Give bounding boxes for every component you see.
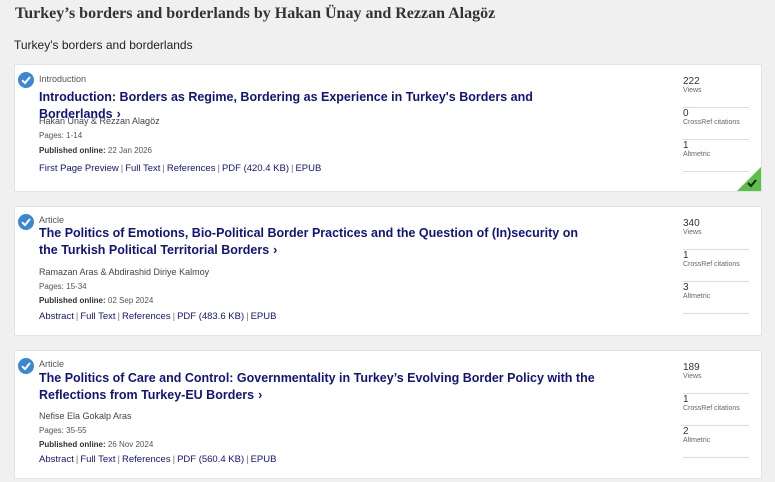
article-metrics: 222 Views 0 CrossRef citations 1 Altmetric [683,76,749,172]
metric-crossref: 0 CrossRef citations [683,108,749,140]
link-full-text[interactable]: Full Text [80,454,115,465]
article-pages: Pages: 15-34 [39,282,87,291]
metric-altmetric: 3 Altmetric [683,282,749,314]
published-online: Published online: 02 Sep 2024 [39,296,154,305]
link-pdf[interactable]: PDF (483.6 KB) [177,311,244,322]
link-first-page-preview[interactable]: First Page Preview [39,163,119,174]
selected-check-icon[interactable] [18,358,34,374]
metric-views: 189 Views [683,362,749,394]
page-title: Turkey’s borders and borderlands by Haka… [15,5,496,22]
access-check-icon [737,167,761,191]
link-pdf[interactable]: PDF (560.4 KB) [177,454,244,465]
metric-crossref: 1 CrossRef citations [683,250,749,282]
article-card: Article The Politics of Care and Control… [14,350,762,479]
published-online: Published online: 22 Jan 2026 [39,146,152,155]
metric-crossref: 1 CrossRef citations [683,394,749,426]
chevron-right-icon: › [273,243,278,257]
link-full-text[interactable]: Full Text [125,163,160,174]
link-pdf[interactable]: PDF (420.4 KB) [222,163,289,174]
link-full-text[interactable]: Full Text [80,311,115,322]
article-type: Introduction [39,74,87,84]
link-references[interactable]: References [122,311,171,322]
article-card: Introduction Introduction: Borders as Re… [14,64,762,192]
selected-check-icon[interactable] [18,72,34,88]
link-epub[interactable]: EPUB [295,163,321,174]
selected-check-icon[interactable] [18,214,34,230]
article-title-link[interactable]: The Politics of Emotions, Bio-Political … [39,225,599,259]
metric-views: 222 Views [683,76,749,108]
section-title: Turkey's borders and borderlands [14,38,193,52]
article-card: Article The Politics of Emotions, Bio-Po… [14,206,762,336]
metric-altmetric: 2 Altmetric [683,426,749,458]
link-abstract[interactable]: Abstract [39,454,74,465]
article-authors[interactable]: Hakan Ünay & Rezzan Alagöz [39,116,160,126]
article-title: The Politics of Care and Control: Govern… [39,371,595,402]
article-links: First Page Preview | Full Text | References |… [39,163,322,174]
article-authors[interactable]: Ramazan Aras & Abdirashid Diriye Kalmoy [39,267,209,277]
metric-views: 340 Views [683,218,749,250]
article-metrics: 189 Views 1 CrossRef citations 2 Altmetric [683,362,749,458]
link-epub[interactable]: EPUB [251,311,277,322]
article-links: Abstract | Full Text | References | PDF (483.6… [39,311,277,322]
article-type: Article [39,359,65,369]
article-links: Abstract | Full Text | References | PDF (560.4… [39,454,277,465]
link-abstract[interactable]: Abstract [39,311,74,322]
chevron-right-icon: › [258,388,263,402]
article-title: The Politics of Emotions, Bio-Political … [39,226,578,257]
link-epub[interactable]: EPUB [251,454,277,465]
article-type: Article [39,215,65,225]
article-pages: Pages: 1-14 [39,131,83,140]
published-online: Published online: 26 Nov 2024 [39,440,154,449]
link-references[interactable]: References [167,163,216,174]
article-pages: Pages: 35-55 [39,426,87,435]
article-authors[interactable]: Nefise Ela Gokalp Aras [39,411,132,421]
article-metrics: 340 Views 1 CrossRef citations 3 Altmetric [683,218,749,314]
article-title-link[interactable]: The Politics of Care and Control: Govern… [39,370,599,404]
link-references[interactable]: References [122,454,171,465]
